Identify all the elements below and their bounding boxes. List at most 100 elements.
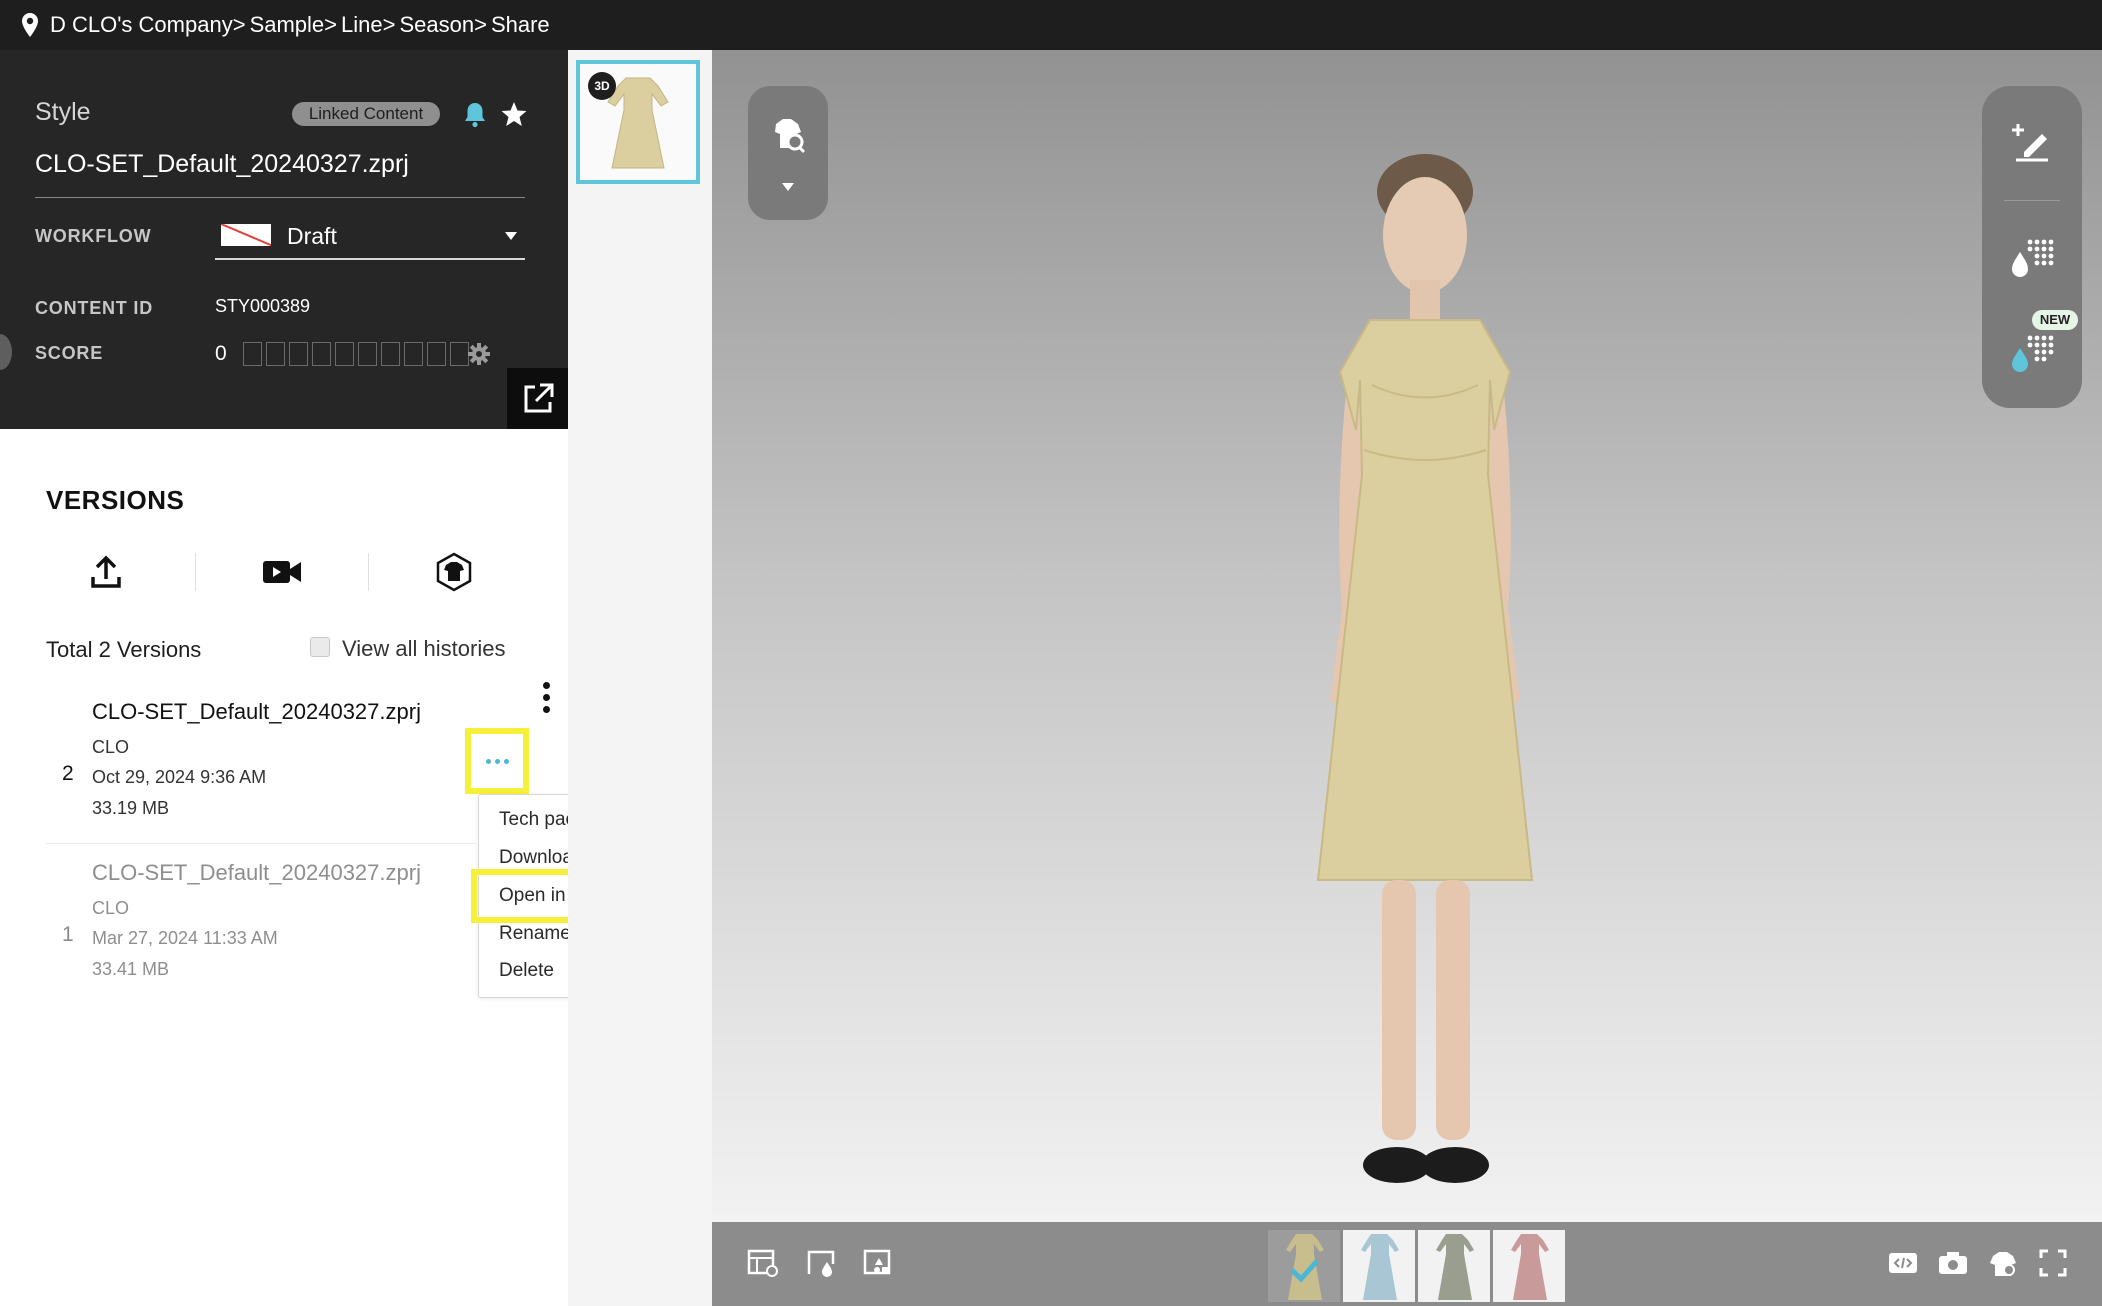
fabric-color-button[interactable] (2004, 230, 2060, 286)
workflow-label: WORKFLOW (35, 226, 152, 246)
linked-content-badge[interactable]: Linked Content (292, 102, 440, 126)
style-file-title: CLO-SET_Default_20240327.zprj (35, 150, 409, 178)
garment-settings-button[interactable] (1984, 1244, 2022, 1282)
view-all-histories-checkbox[interactable] (310, 637, 330, 657)
score-label: SCORE (35, 343, 104, 363)
breadcrumb-separator: > (232, 12, 246, 37)
right-tool-panel: NEW (1982, 86, 2082, 408)
colorway-swatch-1[interactable] (1268, 1230, 1340, 1302)
new-badge: NEW (2032, 310, 2078, 330)
score-box[interactable] (335, 342, 354, 366)
video-camera-icon (263, 561, 301, 583)
3d-viewer[interactable]: NEW (712, 50, 2102, 1222)
colorway-dress-image (1418, 1230, 1490, 1302)
total-versions-count: Total 2 Versions (46, 637, 202, 662)
style-label: Style (35, 98, 91, 126)
kebab-dot (542, 706, 550, 713)
location-pin-icon (22, 13, 38, 37)
divider (35, 197, 525, 198)
score-box[interactable] (427, 342, 446, 366)
version-date: Oct 29, 2024 9:36 AM (92, 767, 267, 787)
versions-more-menu-button[interactable] (534, 679, 558, 723)
breadcrumb-separator: > (382, 12, 396, 37)
score-boxes (243, 342, 473, 366)
open-external-button[interactable] (507, 368, 568, 429)
version-size: 33.41 MB (92, 959, 170, 979)
add-annotation-icon (2012, 124, 2048, 162)
colorway-dress-image (1343, 1230, 1415, 1302)
score-box[interactable] (358, 342, 377, 366)
score-box[interactable] (312, 342, 331, 366)
fabric-view-button[interactable] (802, 1244, 840, 1282)
fullscreen-button[interactable] (2034, 1244, 2072, 1282)
3d-badge: 3D (588, 72, 616, 100)
colorway-swatch-3[interactable] (1418, 1230, 1490, 1302)
score-box[interactable] (381, 342, 400, 366)
snapshot-button[interactable] (1934, 1244, 1972, 1282)
camera-icon (1939, 1252, 1967, 1274)
colorway-dress-image (1493, 1230, 1565, 1302)
workflow-value: Draft (287, 223, 337, 249)
breadcrumb-share[interactable]: Share (491, 12, 550, 38)
colorway-swatch-4[interactable] (1493, 1230, 1565, 1302)
new-colorway-button[interactable] (2004, 322, 2060, 378)
score-box[interactable] (404, 342, 423, 366)
version-more-options-button[interactable] (465, 728, 529, 794)
shapes-view-button[interactable] (860, 1244, 898, 1282)
viewer-bottom-toolbar (712, 1222, 2102, 1306)
version-size: 33.19 MB (92, 798, 170, 818)
score-value: 0 (215, 342, 227, 365)
garment-3d-button[interactable] (429, 547, 479, 597)
content-id-label: CONTENT ID (35, 298, 153, 318)
garment-gear-icon (1990, 1252, 2016, 1276)
menu-item-rename[interactable]: Rename (499, 923, 571, 945)
version-file-name: CLO-SET_Default_20240327.zprj (92, 860, 421, 885)
version-row-divider (46, 843, 476, 844)
content-id-value: STY000389 (215, 296, 311, 316)
score-box[interactable] (266, 342, 285, 366)
view-mode-menu[interactable] (748, 86, 828, 220)
annotation-button[interactable] (2004, 114, 2060, 170)
version-number: 1 (62, 923, 74, 946)
star-icon[interactable] (500, 100, 528, 128)
video-button[interactable] (257, 547, 307, 597)
score-box[interactable] (243, 342, 262, 366)
version-source: CLO (92, 898, 130, 918)
style-thumbnail[interactable]: 3D (576, 60, 700, 184)
version-row[interactable]: 2 CLO-SET_Default_20240327.zprj CLO Oct … (44, 699, 464, 829)
score-box[interactable] (289, 342, 308, 366)
colorway-dress-image (1286, 1234, 1324, 1300)
menu-item-delete[interactable]: Delete (499, 960, 554, 982)
workflow-status-flag-icon (221, 224, 271, 246)
kebab-dot (542, 682, 550, 689)
garment-3d-icon (436, 552, 472, 592)
kebab-dot (542, 694, 550, 701)
breadcrumb-separator: > (474, 12, 487, 37)
grid-settings-button[interactable] (744, 1244, 782, 1282)
shapes-icon (863, 1249, 891, 1275)
versions-title: VERSIONS (46, 485, 185, 515)
embed-code-button[interactable] (1884, 1244, 1922, 1282)
chevron-down-icon (505, 232, 517, 240)
version-file-name: CLO-SET_Default_20240327.zprj (92, 699, 421, 724)
version-number: 2 (62, 762, 74, 785)
colorway-drop-icon (2012, 335, 2054, 372)
breadcrumb-sample[interactable]: Sample (250, 12, 325, 38)
view-all-histories-label[interactable]: View all histories (342, 636, 505, 662)
workflow-select[interactable]: Draft (215, 218, 525, 260)
avatar-3d-model (1316, 154, 1534, 1183)
breadcrumb-line[interactable]: Line (341, 12, 383, 38)
breadcrumb-separator: > (324, 12, 338, 37)
code-icon (1889, 1253, 1917, 1273)
version-row[interactable]: 1 CLO-SET_Default_20240327.zprj CLO Mar … (44, 860, 464, 990)
breadcrumb-bar: D CLO's Company > Sample > Line > Season… (0, 0, 2102, 50)
upload-version-button[interactable] (81, 547, 131, 597)
bell-icon[interactable] (462, 100, 488, 128)
garment-search-icon (775, 119, 806, 154)
score-box[interactable] (450, 342, 469, 366)
breadcrumb-company[interactable]: D CLO's Company (50, 12, 233, 38)
breadcrumb-season[interactable]: Season (399, 12, 474, 38)
grid-settings-icon (747, 1249, 778, 1277)
gear-icon[interactable] (468, 343, 490, 365)
colorway-swatch-2[interactable] (1343, 1230, 1415, 1302)
